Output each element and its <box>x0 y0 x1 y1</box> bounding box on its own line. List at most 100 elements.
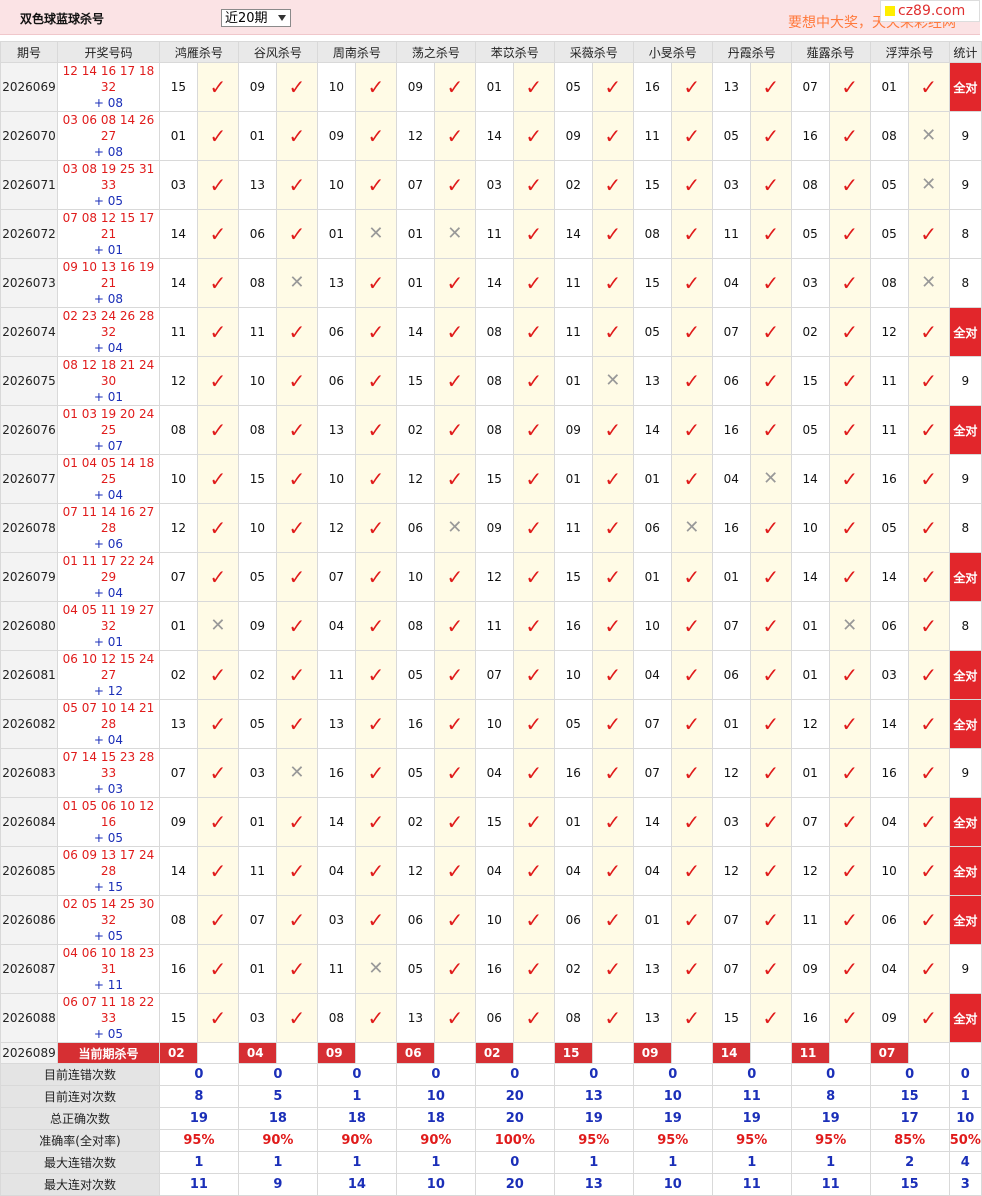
stats-value: 3 <box>948 1173 982 1196</box>
check-icon: ✓ <box>446 712 464 736</box>
result-mark: ✓ <box>670 62 713 112</box>
stats-value: 0 <box>632 1063 713 1086</box>
check-icon: ✓ <box>288 663 306 687</box>
check-icon: ✓ <box>288 957 306 981</box>
current-kill-blank <box>749 1042 792 1064</box>
site-logo[interactable]: cz89.com <box>880 0 980 22</box>
kill-number: 05 <box>553 699 593 749</box>
blue-ball: + 04 <box>93 586 124 600</box>
row-stat: 全对 <box>948 895 982 945</box>
kill-number: 02 <box>237 650 277 700</box>
result-mark: ✓ <box>196 944 239 994</box>
result-mark: ✓ <box>275 454 318 504</box>
kill-number: 11 <box>553 258 593 308</box>
check-icon: ✓ <box>209 75 227 99</box>
check-icon: ✓ <box>920 516 938 540</box>
column-header: 周南杀号 <box>316 41 397 63</box>
result-mark: ✕ <box>591 356 634 406</box>
result-mark: ✓ <box>670 258 713 308</box>
kill-number: 05 <box>869 503 909 553</box>
kill-number: 08 <box>395 601 435 651</box>
result-mark: ✓ <box>433 699 476 749</box>
kill-number: 03 <box>237 993 277 1043</box>
stats-value: 20 <box>474 1107 555 1130</box>
result-mark: ✓ <box>275 111 318 161</box>
cross-icon: ✕ <box>368 223 384 244</box>
kill-number: 10 <box>869 846 909 896</box>
result-mark: ✓ <box>354 650 397 700</box>
red-balls: 07 08 12 15 17 21 <box>62 211 155 241</box>
red-balls: 08 12 18 21 24 30 <box>62 358 155 388</box>
table-row: 2026085 06 09 13 17 24 28 + 15 14 ✓ 11 ✓ 04 ✓ 12 ✓… <box>0 846 982 896</box>
check-icon: ✓ <box>209 173 227 197</box>
check-icon: ✓ <box>288 1006 306 1030</box>
result-mark: ✓ <box>512 111 555 161</box>
kill-number: 07 <box>237 895 277 945</box>
period-select[interactable]: 近20期 <box>221 9 291 27</box>
draw-numbers: 03 08 19 25 31 33 + 05 <box>56 160 160 210</box>
kill-number: 08 <box>237 258 277 308</box>
kill-number: 05 <box>237 699 277 749</box>
stats-value: 10 <box>948 1107 982 1130</box>
column-header: 开奖号码 <box>56 41 160 63</box>
current-kill-blank <box>196 1042 239 1064</box>
kill-number: 03 <box>474 160 514 210</box>
table-row: 2026074 02 23 24 26 28 32 + 04 11 ✓ 11 ✓ 06 ✓ 14 ✓… <box>0 307 982 357</box>
cross-icon: ✕ <box>447 517 463 538</box>
kill-number: 07 <box>711 944 751 994</box>
check-icon: ✓ <box>841 663 859 687</box>
result-mark: ✓ <box>828 209 871 259</box>
check-icon: ✓ <box>841 957 859 981</box>
draw-numbers: 06 10 12 15 24 27 + 12 <box>56 650 160 700</box>
result-mark: ✓ <box>512 209 555 259</box>
kill-number: 06 <box>237 209 277 259</box>
result-mark: ✓ <box>433 993 476 1043</box>
cross-icon: ✕ <box>921 174 937 195</box>
result-mark: ✓ <box>275 895 318 945</box>
check-icon: ✓ <box>525 75 543 99</box>
kill-number: 03 <box>711 160 751 210</box>
check-icon: ✓ <box>920 810 938 834</box>
check-icon: ✓ <box>209 565 227 589</box>
check-icon: ✓ <box>604 320 622 344</box>
red-balls: 12 14 16 17 18 32 <box>62 64 155 94</box>
check-icon: ✓ <box>841 271 859 295</box>
check-icon: ✓ <box>841 810 859 834</box>
check-icon: ✓ <box>920 1006 938 1030</box>
result-mark: ✓ <box>828 160 871 210</box>
result-mark: ✓ <box>591 797 634 847</box>
result-mark: ✓ <box>196 307 239 357</box>
row-stat: 全对 <box>948 552 982 602</box>
kill-number: 16 <box>869 748 909 798</box>
stats-value: 20 <box>474 1085 555 1108</box>
check-icon: ✓ <box>683 908 701 932</box>
issue-number: 2026073 <box>0 258 58 308</box>
result-mark: ✓ <box>591 307 634 357</box>
result-mark: ✓ <box>749 699 792 749</box>
result-mark: ✕ <box>670 503 713 553</box>
blue-ball: + 08 <box>93 292 124 306</box>
kill-number: 12 <box>790 699 830 749</box>
check-icon: ✓ <box>841 1006 859 1030</box>
result-mark: ✓ <box>828 650 871 700</box>
check-icon: ✓ <box>841 761 859 785</box>
kill-number: 01 <box>158 601 198 651</box>
check-icon: ✓ <box>841 418 859 442</box>
current-kill-number: 07 <box>869 1042 909 1064</box>
stats-value: 19 <box>553 1107 634 1130</box>
kill-number: 07 <box>711 601 751 651</box>
result-mark: ✓ <box>354 797 397 847</box>
result-mark: ✓ <box>670 699 713 749</box>
check-icon: ✓ <box>920 614 938 638</box>
result-mark: ✓ <box>433 160 476 210</box>
result-mark: ✓ <box>196 846 239 896</box>
result-mark: ✓ <box>433 895 476 945</box>
check-icon: ✓ <box>288 418 306 442</box>
stats-value: 1 <box>237 1151 318 1174</box>
check-icon: ✓ <box>683 418 701 442</box>
red-balls: 01 05 06 10 12 16 <box>62 799 155 829</box>
issue-number: 2026081 <box>0 650 58 700</box>
check-icon: ✓ <box>446 75 464 99</box>
chevron-down-icon <box>278 15 286 21</box>
stats-row: 目前连对次数 8 5 1 10 20 13 10 11 8 15 1 <box>0 1085 982 1108</box>
